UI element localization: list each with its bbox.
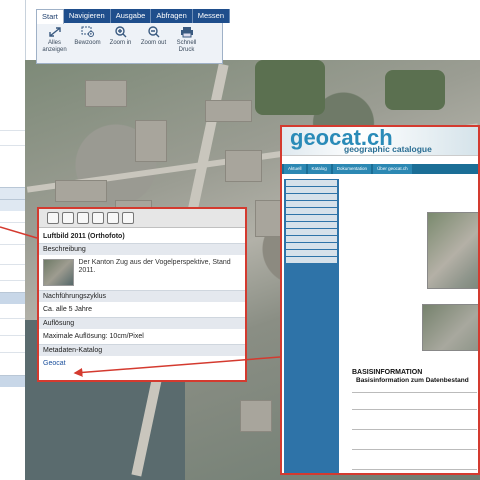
quick-print-button[interactable]: Schnell Druck bbox=[170, 26, 203, 54]
geocat-nav-dokumentation[interactable]: Dokumentation bbox=[332, 164, 372, 174]
section-header-katalog: Metadaten-Katalog bbox=[39, 344, 245, 356]
zyklus-value: Ca. alle 5 Jahre bbox=[43, 306, 93, 313]
geocat-link[interactable]: Geocat bbox=[39, 356, 245, 371]
tool-label: Alles anzeigen bbox=[42, 40, 67, 53]
zoom-out-button[interactable]: Zoom out bbox=[137, 26, 170, 54]
printer-icon[interactable] bbox=[92, 212, 104, 224]
geocat-main: BASISINFORMATION Basisinformation zum Da… bbox=[342, 179, 478, 473]
tool-label: Zoom in bbox=[109, 40, 132, 46]
geocat-preview-image bbox=[427, 212, 478, 289]
geocat-nav-aktuell[interactable]: Aktuell bbox=[284, 164, 306, 174]
tool-label: Bewzoom bbox=[74, 40, 101, 46]
tab-messen[interactable]: Messen bbox=[192, 9, 231, 23]
geocat-sidebar bbox=[284, 179, 339, 473]
geocat-nav-ueber[interactable]: Über geocat.ch bbox=[373, 164, 412, 174]
tab-abfragen[interactable]: Abfragen bbox=[151, 9, 193, 23]
description-row: Der Kanton Zug aus der Vogelperspektive,… bbox=[39, 255, 245, 290]
tab-navigieren[interactable]: Navigieren bbox=[63, 9, 111, 23]
basisinformation-heading: BASISINFORMATION bbox=[352, 369, 423, 376]
expand-icon bbox=[48, 27, 61, 37]
zoom-in-button[interactable]: Zoom in bbox=[104, 26, 137, 54]
thumbnail-image bbox=[43, 259, 74, 286]
geocat-window: geocat.ch geographic catalogue Aktuell K… bbox=[280, 125, 480, 475]
printer-icon bbox=[180, 27, 193, 38]
left-panel-row[interactable] bbox=[0, 199, 25, 211]
popup-toolbar bbox=[39, 209, 245, 228]
zoom-box-icon bbox=[81, 26, 94, 37]
lock-icon[interactable] bbox=[122, 212, 134, 224]
box-zoom-button[interactable]: Bewzoom bbox=[71, 26, 104, 54]
description-text: Der Kanton Zug aus der Vogelperspektive,… bbox=[78, 259, 231, 274]
geocat-header: geocat.ch geographic catalogue bbox=[282, 127, 478, 155]
zoom-all-button[interactable]: Alles anzeigen bbox=[38, 26, 71, 54]
left-panel-row[interactable] bbox=[0, 292, 25, 304]
aufloesung-value: Maximale Auflösung: 10cm/Pixel bbox=[43, 333, 144, 340]
tab-ausgabe[interactable]: Ausgabe bbox=[110, 9, 152, 23]
geocat-subtitle: geographic catalogue bbox=[344, 144, 432, 154]
left-panel-row[interactable] bbox=[0, 187, 25, 199]
section-header-aufloesung: Auflösung bbox=[39, 317, 245, 329]
left-panel-row[interactable] bbox=[0, 375, 25, 387]
tool-label: Zoom out bbox=[140, 40, 167, 46]
tool-label: Schnell Druck bbox=[176, 40, 197, 53]
tab-start[interactable]: Start bbox=[36, 9, 64, 24]
ribbon-tools: Alles anzeigen Bewzoom Zoom in Zoom out … bbox=[38, 26, 203, 54]
section-header-beschreibung: Beschreibung bbox=[39, 243, 245, 255]
section-header-zyklus: Nachführungszyklus bbox=[39, 290, 245, 302]
info-icon[interactable] bbox=[107, 212, 119, 224]
basisinformation-subheading: Basisinformation zum Datenbestand bbox=[356, 377, 469, 384]
zoom-out-icon bbox=[147, 26, 159, 38]
left-panel bbox=[0, 0, 26, 480]
geocat-nav: Aktuell Katalog Dokumentation Über geoca… bbox=[282, 164, 478, 174]
list-icon[interactable] bbox=[62, 212, 74, 224]
document-icon[interactable] bbox=[47, 212, 59, 224]
search-icon[interactable] bbox=[77, 212, 89, 224]
geocat-top-links bbox=[282, 155, 478, 164]
ribbon-tabs: Start Navigieren Ausgabe Abfragen Messen bbox=[36, 9, 231, 24]
zoom-in-icon bbox=[114, 26, 126, 38]
layer-info-popup: Luftbild 2011 (Orthofoto) Beschreibung D… bbox=[37, 207, 247, 382]
popup-title: Luftbild 2011 (Orthofoto) bbox=[43, 233, 125, 240]
geocat-nav-katalog[interactable]: Katalog bbox=[307, 164, 331, 174]
geocat-preview-image-small bbox=[422, 304, 478, 351]
